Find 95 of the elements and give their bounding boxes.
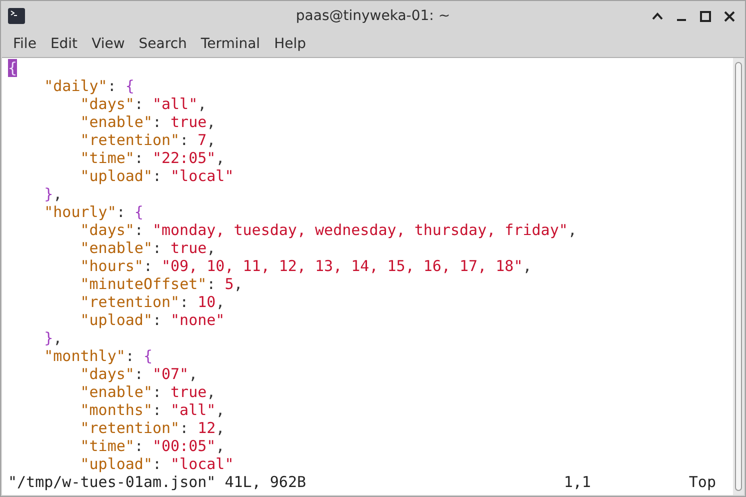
json-key: "upload" <box>80 455 152 473</box>
code-punctuation: : <box>180 419 189 437</box>
json-key: "time" <box>80 437 134 455</box>
code-punctuation: : <box>125 347 134 365</box>
json-value: true <box>170 383 207 401</box>
code-punctuation: , <box>216 149 225 167</box>
scrollbar-thumb[interactable] <box>735 62 742 491</box>
json-value: "22:05" <box>152 149 216 167</box>
code-punctuation: : <box>152 455 162 473</box>
code-punctuation: : <box>206 275 216 293</box>
menu-item[interactable]: Search <box>132 34 193 54</box>
json-value: 7 <box>198 131 207 149</box>
json-value: "all" <box>170 401 216 419</box>
json-value: "all" <box>152 95 198 113</box>
json-key: "enable" <box>80 383 152 401</box>
brace: { <box>125 77 134 95</box>
brace: { <box>134 203 144 221</box>
code-punctuation: , <box>216 419 225 437</box>
code-punctuation: : <box>134 95 144 113</box>
json-key: "upload" <box>80 311 152 329</box>
code-punctuation: : <box>143 257 152 275</box>
code-punctuation: : <box>152 113 162 131</box>
code-punctuation: , <box>216 437 225 455</box>
code-punctuation: : <box>134 221 144 239</box>
json-value: "07" <box>152 365 189 383</box>
maximize-icon[interactable] <box>700 10 711 22</box>
menu-item[interactable]: File <box>7 34 42 54</box>
code-punctuation: , <box>53 185 62 203</box>
chevron-up-icon[interactable] <box>652 12 663 20</box>
code-punctuation: : <box>180 131 189 149</box>
json-key: "enable" <box>80 239 152 257</box>
json-key: "daily" <box>44 77 108 95</box>
json-key: "hourly" <box>44 203 116 221</box>
status-file-info: "/tmp/w-tues-01am.json" 41L, 962B <box>8 473 306 491</box>
code-punctuation: , <box>206 131 216 149</box>
menu-item[interactable]: View <box>86 34 131 54</box>
json-key: "monthly" <box>44 347 126 365</box>
code-punctuation: , <box>216 401 225 419</box>
cursor-brace: { <box>8 59 18 77</box>
json-key: "minuteOffset" <box>80 275 207 293</box>
brace: } <box>44 185 54 203</box>
json-value: "monday, tuesday, wednesday, thursday, friday" <box>152 221 568 239</box>
json-key: "retention" <box>80 131 180 149</box>
brace: { <box>143 347 152 365</box>
code-punctuation: , <box>53 329 62 347</box>
json-value: "local" <box>170 167 234 185</box>
code-punctuation: , <box>206 113 216 131</box>
code-punctuation: : <box>134 365 144 383</box>
code-punctuation: : <box>152 239 162 257</box>
json-key: "days" <box>80 365 134 383</box>
cursor-position: 1,1 <box>564 473 591 491</box>
json-value: true <box>170 113 207 131</box>
terminal-icon <box>8 8 25 24</box>
code-punctuation: : <box>152 401 162 419</box>
window-title: paas@tinyweka-01: ~ <box>296 6 450 26</box>
scrollbar[interactable] <box>733 58 744 495</box>
json-value: 12 <box>198 419 216 437</box>
json-value: "09, 10, 11, 12, 13, 14, 15, 16, 17, 18" <box>162 257 523 275</box>
code-punctuation: , <box>206 383 216 401</box>
code-punctuation: , <box>216 293 225 311</box>
code-punctuation: , <box>234 275 243 293</box>
json-key: "months" <box>80 401 152 419</box>
code-punctuation: , <box>568 221 577 239</box>
json-value: true <box>170 239 207 257</box>
code-punctuation: : <box>116 203 126 221</box>
code-punctuation: : <box>180 293 189 311</box>
code-punctuation: , <box>188 365 198 383</box>
code-punctuation: , <box>522 257 532 275</box>
menu-item[interactable]: Help <box>268 34 312 54</box>
menu-item[interactable]: Edit <box>44 34 84 54</box>
close-icon[interactable] <box>724 10 735 22</box>
code-punctuation: : <box>152 167 162 185</box>
json-key: "hours" <box>80 257 144 275</box>
code-punctuation: : <box>152 383 162 401</box>
json-value: 5 <box>224 275 234 293</box>
json-key: "time" <box>80 149 134 167</box>
json-key: "enable" <box>80 113 152 131</box>
code-punctuation: : <box>134 149 144 167</box>
code-punctuation: : <box>107 77 116 95</box>
json-key: "upload" <box>80 167 152 185</box>
scroll-position: Top <box>688 473 716 491</box>
json-key: "retention" <box>80 293 180 311</box>
menu-item[interactable]: Terminal <box>194 34 266 54</box>
brace: } <box>44 329 54 347</box>
code-punctuation: , <box>198 95 207 113</box>
code-punctuation: : <box>134 437 144 455</box>
code-punctuation: : <box>152 311 162 329</box>
json-value: "local" <box>170 455 234 473</box>
json-key: "days" <box>80 95 134 113</box>
json-value: "none" <box>170 311 225 329</box>
code-punctuation: , <box>206 239 216 257</box>
json-value: 10 <box>198 293 216 311</box>
json-key: "days" <box>80 221 134 239</box>
json-value: "00:05" <box>152 437 216 455</box>
json-key: "retention" <box>80 419 180 437</box>
